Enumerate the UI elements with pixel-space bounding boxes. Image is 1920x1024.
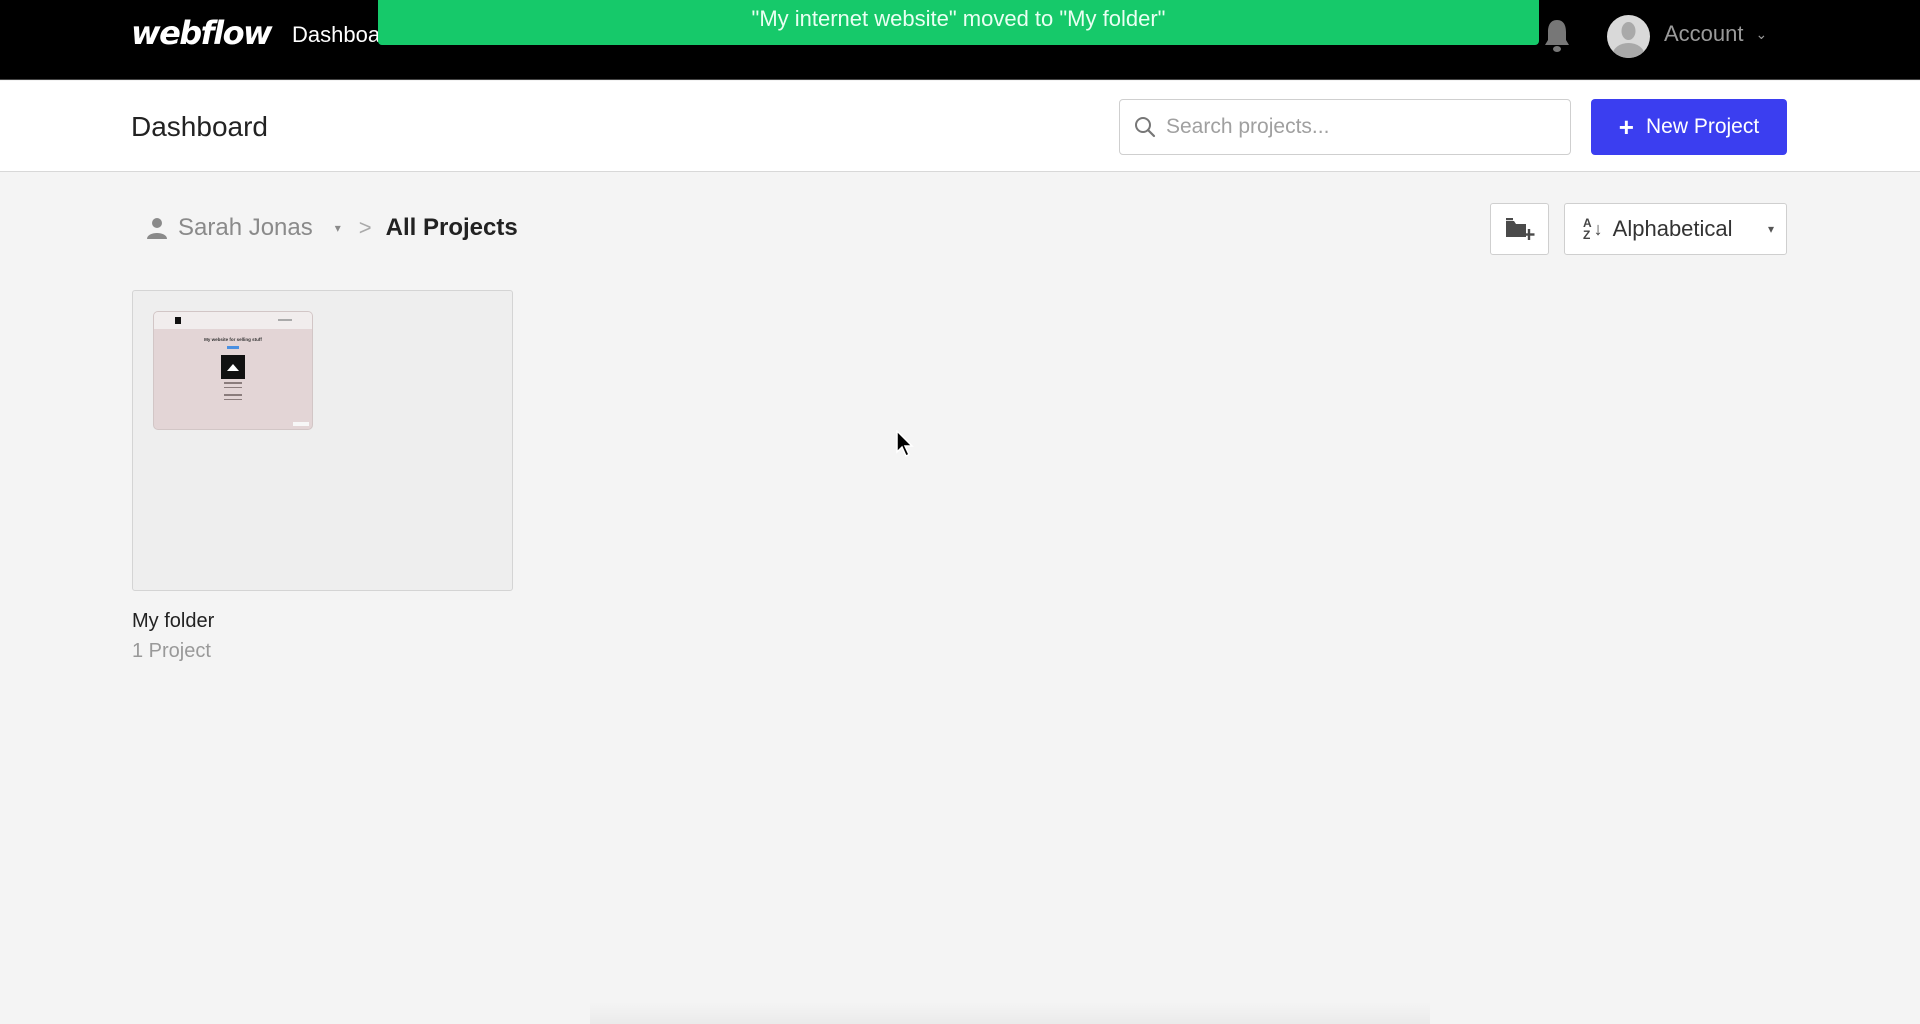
account-menu[interactable]: Account ⌄ <box>1664 21 1767 47</box>
search-box[interactable] <box>1119 99 1571 155</box>
toast-notification: "My internet website" moved to "My folde… <box>378 0 1539 45</box>
person-icon <box>147 218 167 239</box>
breadcrumb-current: All Projects <box>385 214 518 241</box>
new-project-button[interactable]: + New Project <box>1591 99 1787 155</box>
folder-plus-icon <box>1505 218 1534 240</box>
account-label: Account <box>1664 21 1744 46</box>
search-icon <box>1135 117 1156 138</box>
thumbnail-text-line <box>224 386 242 388</box>
thumbnail-title: My website for selling stuff <box>204 337 262 342</box>
thumbnail-button <box>227 346 239 349</box>
toast-message: "My internet website" moved to "My folde… <box>751 6 1166 31</box>
folder-project-count: 1 Project <box>132 640 211 662</box>
search-input[interactable] <box>1166 115 1546 139</box>
new-project-label: New Project <box>1645 115 1760 138</box>
page-header: Dashboard + New Project <box>0 81 1920 172</box>
project-thumbnail: My website for selling stuff <box>153 311 313 430</box>
thumbnail-text-line <box>224 382 242 384</box>
bottom-edge-shadow <box>590 1002 1430 1024</box>
avatar[interactable] <box>1607 15 1650 58</box>
breadcrumb-user-switcher[interactable]: Sarah Jonas ▾ <box>146 214 341 242</box>
new-folder-button[interactable] <box>1490 203 1549 255</box>
thumbnail-logo <box>175 317 181 324</box>
arrow-down-icon: ↓ <box>1593 218 1603 239</box>
chevron-right-icon: > <box>358 215 372 240</box>
webflow-logo[interactable]: webflow <box>131 14 273 52</box>
caret-down-icon: ▾ <box>334 221 341 235</box>
breadcrumb-user-name: Sarah Jonas <box>178 214 313 241</box>
bell-icon[interactable] <box>1542 18 1572 54</box>
thumbnail-nav-links <box>278 319 292 321</box>
nav-link-dashboard[interactable]: Dashboa <box>292 22 380 48</box>
plus-icon: + <box>1618 112 1634 142</box>
thumbnail-text-line <box>224 398 242 400</box>
thumbnail-text-line <box>224 394 242 396</box>
folder-card[interactable]: My website for selling stuff <box>132 290 513 591</box>
sort-dropdown[interactable]: A Z ↓ Alphabetical ▾ <box>1564 203 1787 255</box>
chevron-down-icon: ⌄ <box>1755 25 1768 42</box>
sort-label: Alphabetical <box>1612 216 1733 241</box>
breadcrumb: Sarah Jonas ▾ > All Projects <box>146 214 518 242</box>
page-title: Dashboard <box>131 111 268 142</box>
thumbnail-navbar <box>154 312 312 329</box>
caret-down-icon: ▾ <box>1767 222 1774 236</box>
sort-az-bottom: Z <box>1583 228 1591 242</box>
folder-name[interactable]: My folder <box>132 610 214 633</box>
user-silhouette-icon <box>1612 22 1645 58</box>
thumbnail-image <box>221 355 245 379</box>
sort-az-icon: A Z <box>1583 217 1592 241</box>
thumbnail-badge <box>293 422 309 426</box>
mouse-cursor-icon <box>896 430 914 458</box>
